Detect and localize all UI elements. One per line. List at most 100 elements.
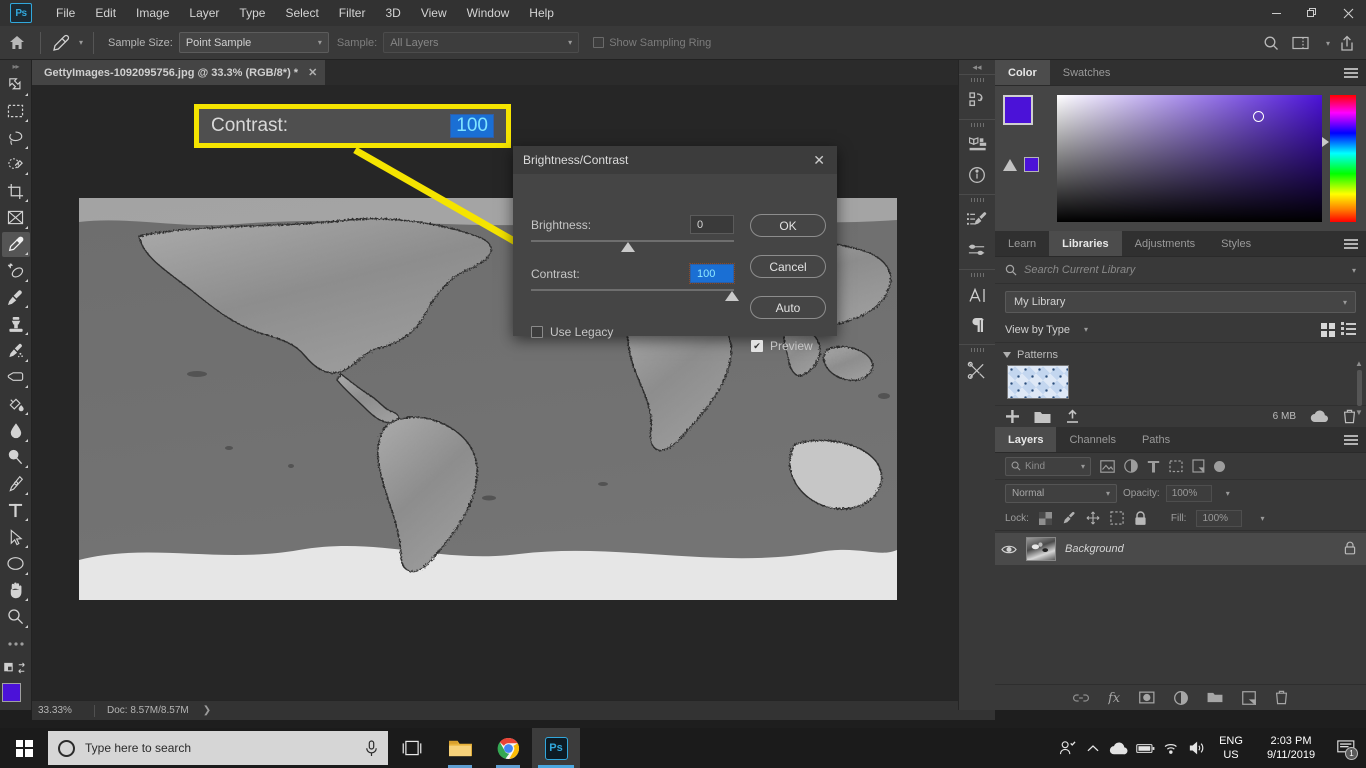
character-icon[interactable] <box>962 280 992 310</box>
chevron-down-icon[interactable]: ▾ <box>79 38 83 47</box>
upload-icon[interactable] <box>1065 409 1080 424</box>
windows-start-icon[interactable] <box>0 728 48 768</box>
tool-preset-picker[interactable]: ▾ <box>47 33 87 53</box>
info-icon[interactable] <box>962 160 992 190</box>
menu-3d[interactable]: 3D <box>375 2 410 24</box>
new-group-icon[interactable] <box>1207 691 1223 704</box>
photoshop-icon[interactable]: Ps <box>532 728 580 768</box>
foreground-color-swatch[interactable] <box>1003 95 1033 125</box>
microphone-icon[interactable] <box>365 739 378 757</box>
tab-learn[interactable]: Learn <box>995 231 1049 256</box>
brush-settings-icon[interactable] <box>962 235 992 265</box>
history-brush-tool[interactable] <box>2 338 30 364</box>
menu-type[interactable]: Type <box>229 2 275 24</box>
paragraph-icon[interactable] <box>962 310 992 340</box>
color-swatches[interactable] <box>1 683 30 712</box>
tab-channels[interactable]: Channels <box>1056 427 1128 452</box>
delete-layer-icon[interactable] <box>1275 690 1288 705</box>
drag-grip[interactable] <box>970 198 984 202</box>
properties-icon[interactable] <box>962 130 992 160</box>
opacity-input[interactable]: 100% <box>1165 484 1212 502</box>
tab-color[interactable]: Color <box>995 60 1050 85</box>
close-button[interactable] <box>1330 0 1366 26</box>
eye-icon[interactable] <box>1001 544 1017 555</box>
layer-style-icon[interactable]: fx <box>1108 690 1120 705</box>
foreground-color-swatch[interactable] <box>1 683 21 703</box>
folder-icon[interactable] <box>1034 410 1051 424</box>
use-legacy-checkbox[interactable]: Use Legacy <box>531 325 613 339</box>
share-icon[interactable] <box>1334 30 1360 56</box>
contrast-slider-thumb[interactable] <box>725 291 739 301</box>
eraser-tool[interactable] <box>2 365 30 391</box>
show-hidden-icons-icon[interactable] <box>1080 728 1106 768</box>
color-field[interactable] <box>1057 95 1322 222</box>
hand-tool[interactable] <box>2 578 30 604</box>
scroll-down-icon[interactable]: ▼ <box>1355 408 1363 417</box>
brightness-input[interactable]: 0 <box>690 215 734 234</box>
menu-filter[interactable]: Filter <box>329 2 376 24</box>
preview-checkbox[interactable]: ✔ Preview <box>751 339 813 353</box>
gamut-warning-swatch[interactable] <box>1024 157 1039 172</box>
task-view-icon[interactable] <box>388 728 436 768</box>
menu-edit[interactable]: Edit <box>85 2 126 24</box>
layer-name[interactable]: Background <box>1065 543 1335 555</box>
blend-mode-select[interactable]: Normal ▾ <box>1005 483 1117 503</box>
menu-window[interactable]: Window <box>457 2 520 24</box>
pattern-thumbnail[interactable] <box>1007 365 1069 399</box>
color-field-marker[interactable] <box>1252 111 1264 122</box>
dialog-title-bar[interactable]: Brightness/Contrast ✕ <box>513 146 837 174</box>
document-tab[interactable]: GettyImages-1092095756.jpg @ 33.3% (RGB/… <box>32 60 327 85</box>
cancel-button[interactable]: Cancel <box>750 255 826 278</box>
show-sampling-ring-checkbox[interactable]: Show Sampling Ring <box>593 37 711 49</box>
file-explorer-icon[interactable] <box>436 728 484 768</box>
eyedropper-tool[interactable] <box>1 231 30 258</box>
minimize-button[interactable] <box>1258 0 1294 26</box>
volume-icon[interactable] <box>1184 728 1210 768</box>
lock-position-icon[interactable] <box>1086 511 1100 525</box>
fill-input[interactable]: 100% <box>1196 509 1243 527</box>
workspace-icon[interactable] <box>1288 30 1314 56</box>
blur-tool[interactable] <box>2 418 30 444</box>
battery-icon[interactable] <box>1132 728 1158 768</box>
filter-shape-icon[interactable] <box>1169 459 1183 473</box>
tab-swatches[interactable]: Swatches <box>1050 60 1124 85</box>
library-search-input[interactable]: Search Current Library <box>1024 264 1337 276</box>
view-by-label[interactable]: View by Type <box>1005 324 1070 336</box>
rectangular-marquee-tool[interactable] <box>2 99 30 125</box>
menu-image[interactable]: Image <box>126 2 179 24</box>
onedrive-cloud-icon[interactable] <box>1106 728 1132 768</box>
layer-mask-icon[interactable] <box>1139 691 1155 704</box>
lock-icon[interactable] <box>1344 541 1356 558</box>
tab-adjustments[interactable]: Adjustments <box>1122 231 1209 256</box>
close-icon[interactable]: ✕ <box>308 66 317 79</box>
contrast-input[interactable]: 100 <box>689 263 735 284</box>
drag-grip[interactable] <box>970 348 984 352</box>
drag-grip[interactable] <box>970 78 984 82</box>
layer-filter-kind-select[interactable]: Kind ▾ <box>1005 456 1091 476</box>
list-view-icon[interactable] <box>1341 322 1356 335</box>
language-indicator[interactable]: ENG US <box>1210 734 1252 762</box>
menu-file[interactable]: File <box>46 2 85 24</box>
dodge-tool[interactable] <box>2 445 30 471</box>
history-icon[interactable] <box>962 85 992 115</box>
move-tool[interactable] <box>2 72 30 98</box>
edit-toolbar-button[interactable] <box>2 631 30 657</box>
sample-size-select[interactable]: Point Sample ▾ <box>178 32 329 53</box>
table-row[interactable]: Background <box>995 533 1366 565</box>
quick-mask-button[interactable] <box>2 657 30 678</box>
status-expand-icon[interactable]: ❯ <box>203 705 211 716</box>
brush-presets-icon[interactable] <box>962 205 992 235</box>
filter-toggle-icon[interactable] <box>1214 460 1225 472</box>
clone-stamp-tool[interactable] <box>2 311 30 337</box>
library-select[interactable]: My Library ▾ <box>1005 291 1356 313</box>
chevron-down-icon[interactable]: ▾ <box>1326 39 1330 48</box>
hue-slider[interactable] <box>1321 95 1356 222</box>
quick-selection-tool[interactable] <box>2 152 30 178</box>
menu-layer[interactable]: Layer <box>179 2 229 24</box>
cloud-icon[interactable] <box>1310 410 1329 423</box>
chevron-down-icon[interactable]: ▾ <box>1084 325 1088 334</box>
lock-artboard-icon[interactable] <box>1110 511 1124 525</box>
wifi-icon[interactable] <box>1158 728 1184 768</box>
pen-tool[interactable] <box>2 471 30 497</box>
menu-help[interactable]: Help <box>519 2 564 24</box>
